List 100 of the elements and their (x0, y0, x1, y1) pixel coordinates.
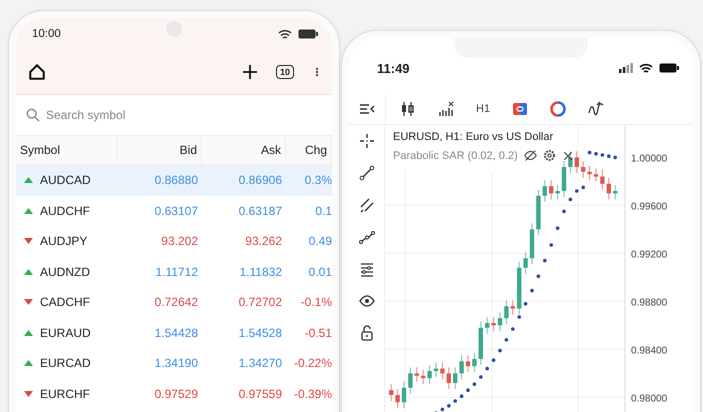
sar-point (575, 189, 579, 193)
sar-point (498, 348, 502, 352)
sar-point (549, 243, 553, 247)
candle (478, 321, 483, 366)
table-row[interactable]: AUDNZD 1.11712 1.11832 0.01 (16, 256, 332, 287)
parallel-lines-icon[interactable] (358, 197, 374, 213)
sar-point (568, 198, 572, 202)
candle (421, 369, 426, 385)
link-square-icon[interactable] (512, 101, 528, 117)
indicator-label: Parabolic SAR (0.02, 0.2) (393, 150, 518, 162)
column-header[interactable]: Ask (202, 136, 286, 164)
sar-point (479, 375, 483, 379)
change-cell-text: -0.1% (300, 295, 332, 310)
price-label: 0.99600 (631, 201, 668, 212)
battery-icon (659, 63, 679, 73)
table-row[interactable]: EURCAD 1.34190 1.34270 -0.22% (16, 348, 332, 378)
bar-chart-x-icon[interactable] (438, 101, 454, 117)
sar-point (504, 338, 508, 342)
candle (504, 300, 509, 325)
lock-icon[interactable] (358, 325, 374, 341)
table-row[interactable]: AUDCAD 0.86880 0.86906 0.3% (16, 165, 332, 196)
bid-cell-text: 1.11712 (154, 264, 199, 279)
symbol-cell: CADCHF (40, 295, 90, 310)
polyline-icon[interactable] (358, 229, 374, 245)
table-row[interactable]: AUDCHF 0.63107 0.63187 0.1 (16, 196, 332, 226)
candle (530, 222, 534, 265)
fibonacci-icon[interactable] (358, 261, 374, 277)
bid-cell-text: 0.97529 (154, 386, 199, 401)
candle (402, 381, 406, 409)
candle (440, 362, 445, 380)
candle (485, 316, 490, 334)
candle (594, 168, 598, 182)
sar-point (517, 315, 521, 319)
column-header[interactable]: Bid (118, 136, 202, 164)
change-cell-text: 0.1 (314, 204, 332, 218)
ring-icon[interactable] (550, 101, 566, 117)
table-row[interactable]: AUDJPY 93.202 93.262 0.49 (16, 226, 332, 256)
change-cell-text: 0.49 (308, 234, 332, 248)
table-row[interactable]: EURAUD 1.54428 1.54528 -0.51 (16, 318, 332, 348)
sar-point (562, 210, 566, 214)
sar-point (440, 408, 444, 412)
change-cell-text: -0.51 (304, 326, 332, 340)
candlestick-icon[interactable] (400, 101, 416, 117)
candle (568, 150, 573, 174)
timeframe-button[interactable]: H1 (476, 103, 490, 115)
symbol-cell: AUDCAD (40, 173, 91, 188)
sar-point (581, 186, 585, 190)
crosshair-icon[interactable] (358, 133, 374, 149)
wifi-icon (639, 62, 653, 74)
ask-cell-text: 1.34270 (238, 356, 283, 370)
symbol-cell: EURCHF (40, 386, 90, 401)
settings-icon[interactable] (542, 149, 556, 162)
column-header[interactable]: Symbol (16, 136, 118, 164)
candle (562, 160, 566, 198)
sar-point (492, 358, 496, 362)
close-icon[interactable] (562, 150, 574, 162)
table-row[interactable]: EURCHF 0.97529 0.97559 -0.39% (16, 378, 332, 409)
ask-cell-text: 0.63187 (238, 204, 283, 218)
search-field[interactable]: Search symbol (46, 108, 246, 122)
price-label: 0.99200 (631, 249, 668, 260)
price-label: 0.98000 (631, 393, 668, 404)
candle (491, 316, 496, 332)
change-cell-text: -0.39% (292, 386, 332, 401)
bid-cell-text: 93.202 (160, 234, 199, 248)
candle (517, 261, 522, 316)
sar-point (485, 366, 489, 370)
sar-point (613, 156, 617, 160)
symbol-cell: EURAUD (40, 326, 91, 340)
tabs-count-badge[interactable]: 10 (276, 65, 294, 79)
candle (600, 168, 605, 190)
ask-cell-text: 93.262 (244, 234, 283, 248)
candle (574, 150, 579, 174)
status-time: 10:00 (32, 28, 61, 40)
wifi-icon (278, 28, 292, 40)
status-time: 11:49 (377, 60, 410, 76)
symbol-cell: AUDJPY (40, 234, 88, 248)
home-icon[interactable] (28, 63, 46, 81)
trend-line-icon[interactable] (358, 165, 374, 181)
plus-icon[interactable] (242, 64, 258, 80)
sar-point (524, 302, 528, 306)
price-label: 0.98400 (631, 345, 668, 356)
bid-cell-text: 1.34190 (154, 356, 199, 370)
bid-cell-text: 0.72642 (154, 295, 199, 310)
sar-point (556, 226, 560, 230)
sar-point (466, 388, 470, 392)
eye-icon[interactable] (358, 293, 374, 309)
indicator-icon[interactable] (588, 101, 604, 117)
change-cell-text: 0.3% (304, 173, 332, 188)
table-row[interactable]: CADCHF 0.72642 0.72702 -0.1% (16, 287, 332, 318)
sar-point (530, 288, 534, 292)
battery-icon (298, 29, 318, 39)
bid-cell-text: 0.63107 (154, 204, 199, 218)
sar-point (600, 153, 604, 157)
column-header[interactable]: Chg (286, 136, 332, 164)
candle (414, 366, 419, 382)
change-cell-text: 0.01 (308, 264, 332, 279)
hide-icon[interactable] (524, 149, 537, 162)
candle (395, 388, 400, 409)
candle (389, 384, 394, 402)
sar-point (447, 404, 451, 408)
